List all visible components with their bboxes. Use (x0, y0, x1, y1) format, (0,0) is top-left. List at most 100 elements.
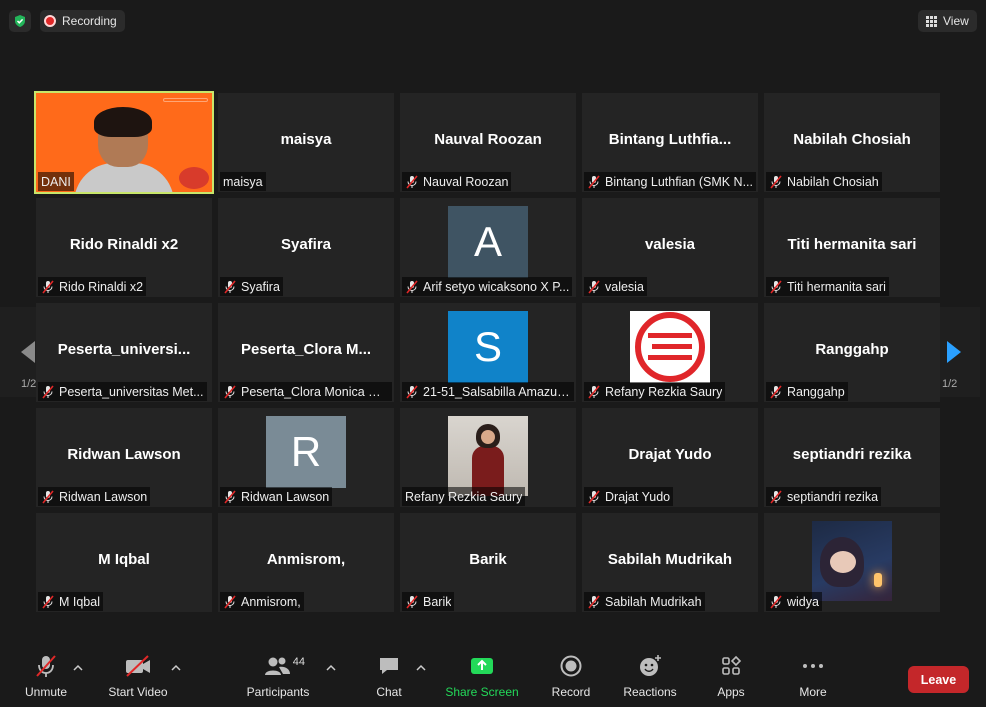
participant-tile[interactable]: septiandri rezika septiandri rezika (764, 408, 940, 507)
participant-tile[interactable]: Nauval Roozan Nauval Roozan (400, 93, 576, 192)
muted-mic-icon (406, 594, 418, 609)
participant-logo-avatar (630, 311, 710, 383)
reactions-label: Reactions (623, 685, 677, 699)
participant-tile[interactable]: valesia valesia (582, 198, 758, 297)
participant-tile[interactable]: DANI (34, 91, 214, 194)
previous-page-arrow-icon[interactable] (17, 339, 39, 365)
participant-nameplate: Peserta_universitas Met... (38, 382, 207, 401)
participant-name-label: Bintang Luthfian (SMK N... (605, 174, 753, 189)
participants-button[interactable]: 44 Participants (246, 650, 310, 707)
participant-nameplate: 21-51_Salsabilla Amazuli... (402, 382, 574, 401)
more-label: More (799, 685, 827, 699)
participant-nameplate: Nabilah Chosiah (766, 172, 882, 191)
participant-tile[interactable]: Peserta_universi... Peserta_universitas M… (36, 303, 212, 402)
participant-nameplate: Rido Rinaldi x2 (38, 277, 147, 296)
participant-tile[interactable]: Refany Rezkia Saury (582, 303, 758, 402)
participant-tile[interactable]: Syafira Syafira (218, 198, 394, 297)
page-indicator-left: 1/2 (21, 378, 37, 390)
reactions-smiley-icon (635, 650, 665, 682)
chat-bubble-icon (374, 650, 404, 682)
muted-mic-icon (770, 489, 782, 504)
view-button[interactable]: View (918, 10, 977, 32)
participant-display-name: Anmisrom, (266, 551, 346, 568)
participant-tile[interactable]: Drajat Yudo Drajat Yudo (582, 408, 758, 507)
participant-nameplate: Titi hermanita sari (766, 277, 889, 296)
participant-tile[interactable]: Barik Barik (400, 513, 576, 612)
participant-tile[interactable]: maisya maisya (218, 93, 394, 192)
participants-label: Participants (246, 685, 310, 699)
participant-name-label: Nauval Roozan (423, 174, 509, 189)
participant-display-name: Peserta_universi... (57, 341, 191, 358)
reactions-button[interactable]: Reactions (622, 650, 678, 707)
participant-name-label: Anmisrom, (241, 594, 301, 609)
participant-name-label: M Iqbal (59, 594, 100, 609)
apps-button[interactable]: Apps (715, 650, 747, 707)
muted-mic-icon (588, 384, 600, 399)
grid-view-icon (926, 15, 937, 27)
muted-mic-icon (588, 489, 600, 504)
muted-mic-icon (42, 489, 54, 504)
participant-tile[interactable]: Sabilah Mudrikah Sabilah Mudrikah (582, 513, 758, 612)
unmute-button[interactable]: Unmute (20, 650, 72, 707)
video-options-caret-icon[interactable] (171, 664, 181, 672)
muted-mic-icon (770, 174, 782, 189)
participant-display-name: Sabilah Mudrikah (607, 551, 733, 568)
leave-button[interactable]: Leave (908, 666, 969, 693)
participant-profile-photo (448, 416, 528, 496)
participant-tile[interactable]: Bintang Luthfia... Bintang Luthfian (SMK … (582, 93, 758, 192)
participant-name-label: Peserta_universitas Met... (59, 384, 204, 399)
share-screen-arrow-icon (467, 650, 497, 682)
next-page-arrow-icon[interactable] (943, 339, 965, 365)
participant-tile[interactable]: S 21-51_Salsabilla Amazuli... (400, 303, 576, 402)
participant-display-name: Bintang Luthfia... (608, 131, 732, 148)
participant-display-name: Titi hermanita sari (787, 236, 917, 253)
muted-mic-icon (588, 174, 600, 189)
view-label: View (943, 14, 969, 28)
security-shield-icon[interactable] (9, 10, 31, 32)
record-button[interactable]: Record (551, 650, 591, 707)
participant-display-name: Rido Rinaldi x2 (69, 236, 179, 253)
participants-options-caret-icon[interactable] (326, 664, 336, 672)
participant-tile[interactable]: Rido Rinaldi x2 Rido Rinaldi x2 (36, 198, 212, 297)
chat-options-caret-icon[interactable] (416, 664, 426, 672)
chat-button[interactable]: Chat (372, 650, 406, 707)
participant-display-name: Ridwan Lawson (67, 446, 181, 463)
participant-name-label: septiandri rezika (787, 489, 879, 504)
participant-tile[interactable]: R Ridwan Lawson (218, 408, 394, 507)
muted-mic-icon (588, 279, 600, 294)
participant-name-label: Peserta_Clora Monica W... (241, 384, 389, 399)
record-label: Record (551, 685, 591, 699)
more-dots-icon (798, 650, 828, 682)
participant-nameplate: Peserta_Clora Monica W... (220, 382, 392, 401)
start-video-button[interactable]: Start Video (106, 650, 170, 707)
participant-tile[interactable]: Nabilah Chosiah Nabilah Chosiah (764, 93, 940, 192)
participant-tile[interactable]: A Arif setyo wicaksono X P... (400, 198, 576, 297)
participant-gallery: DANI maisya maisya Nauval Roozan Nauval Rooz… (34, 91, 944, 615)
participant-name-label: Refany Rezkia Saury (605, 384, 723, 399)
participant-nameplate: valesia (584, 277, 647, 296)
participant-tile[interactable]: widya (764, 513, 940, 612)
participant-tile[interactable]: Refany Rezkia Saury (400, 408, 576, 507)
participant-tile[interactable]: Ridwan Lawson Ridwan Lawson (36, 408, 212, 507)
participant-tile[interactable]: Anmisrom, Anmisrom, (218, 513, 394, 612)
participant-nameplate: Anmisrom, (220, 592, 304, 611)
participants-icon: 44 (253, 650, 305, 682)
participant-tile[interactable]: Ranggahp Ranggahp (764, 303, 940, 402)
participant-name-label: Rido Rinaldi x2 (59, 279, 144, 294)
share-screen-button[interactable]: Share Screen (445, 650, 519, 707)
participant-nameplate: Arif setyo wicaksono X P... (402, 277, 573, 296)
participant-name-label: Ridwan Lawson (59, 489, 148, 504)
recording-indicator[interactable]: Recording (40, 10, 125, 32)
participant-tile[interactable]: Peserta_Clora M... Peserta_Clora Monica W… (218, 303, 394, 402)
participant-nameplate: Bintang Luthfian (SMK N... (584, 172, 756, 191)
participant-tile[interactable]: Titi hermanita sari Titi hermanita sari (764, 198, 940, 297)
participant-nameplate: Ridwan Lawson (38, 487, 151, 506)
participant-display-name: Ranggahp (815, 341, 889, 358)
audio-options-caret-icon[interactable] (73, 664, 83, 672)
participant-nameplate: Nauval Roozan (402, 172, 512, 191)
muted-mic-icon (224, 279, 236, 294)
participant-display-name: M Iqbal (98, 551, 150, 568)
participant-tile[interactable]: M Iqbal M Iqbal (36, 513, 212, 612)
more-button[interactable]: More (797, 650, 829, 707)
muted-mic-icon (770, 279, 782, 294)
